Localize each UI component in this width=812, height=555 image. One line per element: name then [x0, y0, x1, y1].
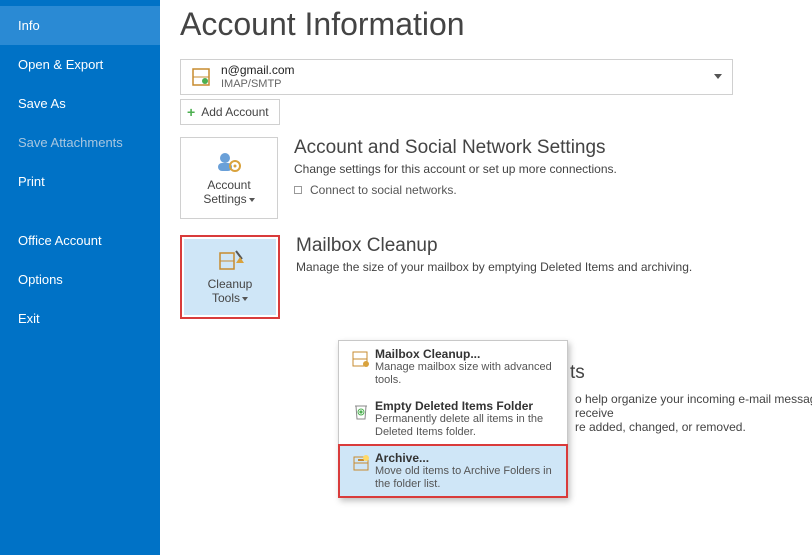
menu-item-desc: Move old items to Archive Folders in the… — [375, 465, 559, 491]
archive-icon — [347, 451, 375, 491]
section-desc-settings: Change settings for this account or set … — [294, 161, 617, 177]
trash-icon — [347, 399, 375, 439]
section-mailbox-cleanup: Cleanup Tools Mailbox Cleanup Manage the… — [180, 235, 812, 319]
bullet-icon — [294, 186, 302, 194]
cleanup-tools-menu: Mailbox Cleanup... Manage mailbox size w… — [338, 340, 568, 498]
cabinet-icon — [347, 347, 375, 387]
sidebar-spacer — [0, 201, 160, 221]
sidebar-item-info[interactable]: Info — [0, 6, 160, 45]
plus-icon: + — [187, 104, 195, 120]
main-panel: Account Information n@gmail.com IMAP/SMT… — [160, 0, 812, 555]
broom-cabinet-icon — [216, 249, 244, 273]
menu-item-title: Mailbox Cleanup... — [375, 347, 559, 361]
account-email: n@gmail.com — [221, 63, 295, 77]
menu-item-empty-deleted[interactable]: Empty Deleted Items Folder Permanently d… — [339, 393, 567, 445]
menu-item-desc: Manage mailbox size with advanced tools. — [375, 361, 559, 387]
rules-line1: o help organize your incoming e-mail mes… — [575, 392, 812, 420]
sidebar-item-print[interactable]: Print — [0, 162, 160, 201]
rules-line2: re added, changed, or removed. — [575, 420, 812, 434]
menu-item-mailbox-cleanup[interactable]: Mailbox Cleanup... Manage mailbox size w… — [339, 341, 567, 393]
section-title-cleanup: Mailbox Cleanup — [296, 235, 692, 257]
menu-item-title: Empty Deleted Items Folder — [375, 399, 559, 413]
tile-label-line1: Account — [207, 178, 250, 192]
rules-desc-fragment: o help organize your incoming e-mail mes… — [575, 392, 812, 434]
rules-title-fragment: ts — [570, 362, 585, 384]
sidebar-item-save-attachments: Save Attachments — [0, 123, 160, 162]
add-account-label: Add Account — [201, 105, 268, 119]
account-protocol: IMAP/SMTP — [221, 77, 295, 91]
connect-social-label: Connect to social networks. — [310, 183, 457, 197]
tile-label-line2: Tools — [212, 291, 240, 305]
section-desc-cleanup: Manage the size of your mailbox by empty… — [296, 259, 692, 275]
sidebar: Info Open & Export Save As Save Attachme… — [0, 0, 160, 555]
highlight-cleanup-tile: Cleanup Tools — [180, 235, 280, 319]
menu-item-title: Archive... — [375, 451, 559, 465]
tile-label-line1: Cleanup — [208, 277, 253, 291]
sidebar-item-office-account[interactable]: Office Account — [0, 221, 160, 260]
add-account-button[interactable]: + Add Account — [180, 99, 280, 125]
menu-item-desc: Permanently delete all items in the Dele… — [375, 413, 559, 439]
tile-label-line2: Settings — [203, 192, 246, 206]
sidebar-item-save-as[interactable]: Save As — [0, 84, 160, 123]
chevron-down-icon — [714, 74, 722, 79]
cabinet-icon — [189, 65, 213, 89]
account-selector[interactable]: n@gmail.com IMAP/SMTP — [180, 59, 733, 95]
gear-person-icon — [215, 150, 243, 174]
connect-social-link[interactable]: Connect to social networks. — [294, 183, 617, 197]
account-settings-tile[interactable]: Account Settings — [180, 137, 278, 219]
sidebar-item-options[interactable]: Options — [0, 260, 160, 299]
section-account-settings: Account Settings Account and Social Netw… — [180, 137, 812, 219]
sidebar-item-open-export[interactable]: Open & Export — [0, 45, 160, 84]
page-title: Account Information — [180, 6, 812, 43]
cleanup-tools-tile[interactable]: Cleanup Tools — [184, 239, 276, 315]
menu-item-archive[interactable]: Archive... Move old items to Archive Fol… — [339, 445, 567, 497]
section-title-settings: Account and Social Network Settings — [294, 137, 617, 159]
chevron-down-icon — [242, 297, 248, 301]
chevron-down-icon — [249, 198, 255, 202]
sidebar-item-exit[interactable]: Exit — [0, 299, 160, 338]
